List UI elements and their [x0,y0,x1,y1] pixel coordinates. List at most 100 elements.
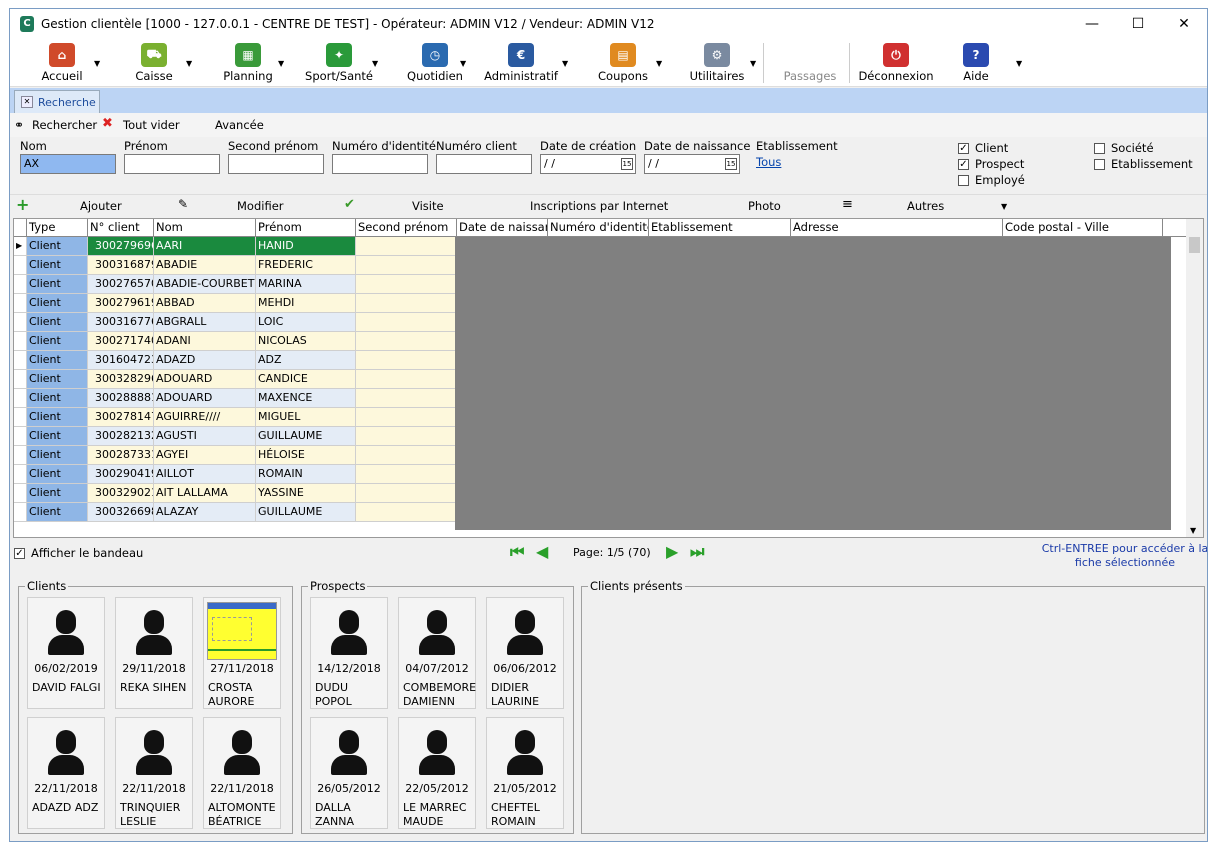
row-selector[interactable] [14,351,27,370]
column-header[interactable]: Prénom [256,219,356,237]
chevron-down-icon[interactable]: ▼ [1016,59,1022,68]
next-page-icon[interactable]: ▶ [666,542,678,561]
maximize-button[interactable]: ☐ [1115,9,1161,39]
chevron-down-icon[interactable]: ▼ [278,59,284,68]
chevron-down-icon[interactable]: ▼ [656,59,662,68]
employe-checkbox[interactable]: Employé [958,173,1025,187]
row-selector[interactable] [14,408,27,427]
row-selector[interactable] [14,370,27,389]
prenom-input[interactable] [124,154,220,174]
row-selector[interactable] [14,484,27,503]
tab-recherche[interactable]: ✕ Recherche [14,90,100,113]
etablissement-checkbox[interactable]: Etablissement [1094,157,1193,171]
column-header[interactable]: N° client [88,219,154,237]
last-page-icon[interactable]: ⏭ [690,542,704,562]
scrollbar-thumb[interactable] [1189,237,1200,253]
table-row[interactable]: Client 300290419 AILLOT ROMAIN [14,465,457,484]
column-header[interactable]: Etablissement [649,219,791,237]
first-page-icon[interactable]: ⏮ [510,542,524,562]
scroll-down-icon[interactable]: ▼ [1190,526,1196,535]
row-selector[interactable] [14,294,27,313]
row-selector[interactable] [14,446,27,465]
toolbar-utilitaires-button[interactable]: ⚙ Utilitaires [672,41,762,85]
person-card[interactable]: 22/11/2018 ADAZD ADZ [27,717,105,829]
column-header[interactable]: Date de naissar [457,219,548,237]
table-row[interactable]: Client 300279619 ABBAD MEHDI [14,294,457,313]
others-button[interactable]: Autres [907,199,944,213]
row-selector[interactable] [14,332,27,351]
visit-button[interactable]: Visite [412,199,444,213]
calendar-icon[interactable]: 15 [621,158,633,170]
chevron-down-icon[interactable]: ▼ [460,59,466,68]
photo-button[interactable]: Photo [748,199,781,213]
numero-client-input[interactable] [436,154,532,174]
table-row[interactable]: Client 300329021 AIT LALLAMA YASSINE [14,484,457,503]
column-header[interactable]: Numéro d'identité [548,219,649,237]
close-tab-icon[interactable]: ✕ [21,96,33,108]
column-header[interactable]: Nom [154,219,256,237]
row-selector[interactable] [14,275,27,294]
column-header[interactable]: Adresse [791,219,1003,237]
toolbar-caisse-button[interactable]: ⛟ Caisse [114,41,194,85]
row-selector[interactable] [14,256,27,275]
chevron-down-icon[interactable]: ▼ [372,59,378,68]
table-row[interactable]: ▶ Client 300279696 AARI HANID [14,237,457,256]
row-selector[interactable] [14,427,27,446]
row-selector[interactable] [14,389,27,408]
second-prenom-input[interactable] [228,154,324,174]
chevron-down-icon[interactable]: ▼ [186,59,192,68]
row-selector[interactable] [14,313,27,332]
toolbar-accueil-button[interactable]: ⌂ Accueil [22,41,102,85]
etablissement-link[interactable]: Tous [756,155,781,169]
person-card[interactable]: 14/12/2018 DUDU POPOL [310,597,388,709]
person-card[interactable]: 29/11/2018 REKA SIHEN [115,597,193,709]
row-selector-arrow-icon[interactable]: ▶ [14,237,27,256]
person-card[interactable]: 22/11/2018 ALTOMONTE BÉATRICE [203,717,281,829]
vertical-scrollbar[interactable]: ▼ [1186,219,1203,537]
table-row[interactable]: Client 300287331 AGYEI HÉLOISE [14,446,457,465]
date-naissance-input[interactable]: / / 15 [644,154,740,174]
date-creation-input[interactable]: / / 15 [540,154,636,174]
societe-checkbox[interactable]: Société [1094,141,1154,155]
table-row[interactable]: Client 300326698 ALAZAY GUILLAUME [14,503,457,522]
prev-page-icon[interactable]: ◀ [536,542,548,561]
table-row[interactable]: Client 300316776 ABGRALL LOIC [14,313,457,332]
toolbar-administratif-button[interactable]: € Administratif [476,41,566,85]
advanced-button[interactable]: Avancée [215,118,264,132]
person-card[interactable]: 06/02/2019 DAVID FALGI [27,597,105,709]
clear-all-button[interactable]: Tout vider [123,118,180,132]
table-row[interactable]: Client 300288881 ADOUARD MAXENCE [14,389,457,408]
calendar-icon[interactable]: 15 [725,158,737,170]
table-row[interactable]: Client 300276570 ABADIE-COURBET MARINA [14,275,457,294]
person-card[interactable]: 26/05/2012 DALLA ZANNA [310,717,388,829]
column-header[interactable]: Second prénom [356,219,457,237]
banner-checkbox[interactable]: ✓ Afficher le bandeau [14,546,143,560]
table-row[interactable]: Client 300328296 ADOUARD CANDICE [14,370,457,389]
column-header[interactable]: Code postal - Ville [1003,219,1163,237]
chevron-down-icon[interactable]: ▼ [562,59,568,68]
toolbar-passages-button[interactable]: Passages [775,41,845,85]
person-card[interactable]: 22/11/2018 TRINQUIER LESLIE [115,717,193,829]
edit-button[interactable]: Modifier [237,199,284,213]
chevron-down-icon[interactable]: ▼ [1001,202,1007,211]
person-card[interactable]: 04/07/2012 COMBEMORE DAMIENN [398,597,476,709]
person-card[interactable]: 06/06/2012 DIDIER LAURINE [486,597,564,709]
row-selector[interactable] [14,503,27,522]
toolbar-coupons-button[interactable]: ▤ Coupons [582,41,664,85]
table-row[interactable]: Client 300278147 AGUIRRE////MIGUEL [14,408,457,427]
internet-registrations-button[interactable]: Inscriptions par Internet [530,199,668,213]
chevron-down-icon[interactable]: ▼ [750,59,756,68]
person-card[interactable]: 21/05/2012 CHEFTEL ROMAIN [486,717,564,829]
prospect-checkbox[interactable]: ✓ Prospect [958,157,1024,171]
table-row[interactable]: Client 300282132 AGUSTI GUILLAUME [14,427,457,446]
column-header[interactable]: Type [27,219,88,237]
add-button[interactable]: Ajouter [80,199,122,213]
table-row[interactable]: Client 300271740 ADANI NICOLAS [14,332,457,351]
row-selector[interactable] [14,465,27,484]
table-row[interactable]: Client 300316879 ABADIE FREDERIC [14,256,457,275]
numero-identite-input[interactable] [332,154,428,174]
nom-input[interactable]: AX [20,154,116,174]
table-row[interactable]: Client 301604723 ADAZD ADZ [14,351,457,370]
toolbar-déconnexion-button[interactable]: ⏻ Déconnexion [854,41,938,85]
person-card[interactable]: 27/11/2018 CROSTA AURORE [203,597,281,709]
